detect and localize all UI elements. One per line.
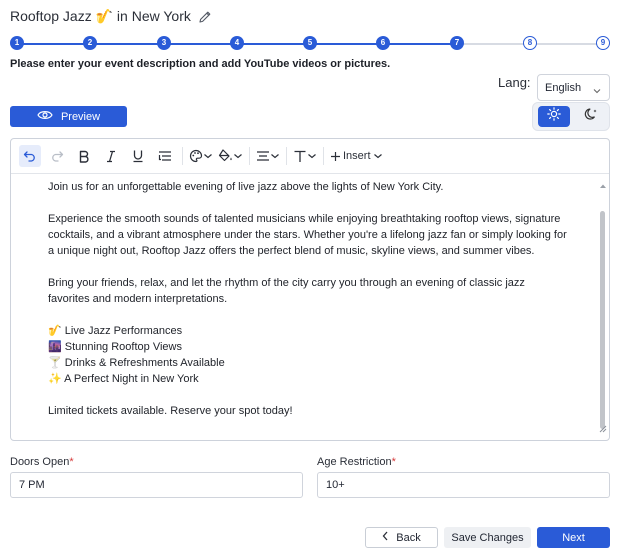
preview-label: Preview bbox=[60, 110, 101, 123]
edit-pencil-icon[interactable] bbox=[197, 9, 213, 25]
text-type-icon bbox=[294, 150, 306, 162]
next-button[interactable]: Next bbox=[537, 527, 610, 548]
redo-button[interactable] bbox=[46, 145, 68, 167]
chevron-down-icon bbox=[271, 154, 279, 159]
step-5[interactable]: 5 bbox=[303, 36, 317, 50]
dark-mode-button[interactable] bbox=[577, 106, 605, 127]
event-title: Rooftop Jazz 🎷 in New York bbox=[10, 8, 191, 24]
toolbar-divider bbox=[323, 147, 324, 165]
text-line: a unique night out, Rooftop Jazz offers … bbox=[48, 245, 535, 257]
closing-line: Limited tickets available. Reserve your … bbox=[48, 405, 293, 417]
italic-button[interactable] bbox=[100, 145, 122, 167]
toolbar-divider bbox=[249, 147, 250, 165]
back-label: Back bbox=[396, 531, 421, 544]
text-line: Experience the smooth sounds of talented… bbox=[48, 213, 561, 225]
age-restriction-input[interactable]: 10+ bbox=[317, 472, 610, 498]
strikethrough-list-button[interactable] bbox=[154, 145, 176, 167]
step-2[interactable]: 2 bbox=[83, 36, 97, 50]
redo-icon bbox=[52, 151, 64, 162]
text-line: favorites and modern interpretations. bbox=[48, 293, 228, 305]
language-select[interactable]: English bbox=[537, 74, 610, 101]
step-9[interactable]: 9 bbox=[596, 36, 610, 50]
description-paragraph: Bring your friends, relax, and let the r… bbox=[48, 275, 596, 307]
event-title-row: Rooftop Jazz 🎷 in New York bbox=[10, 8, 213, 25]
language-selected-value: English bbox=[545, 81, 582, 94]
insert-label: Insert bbox=[343, 150, 371, 162]
resize-handle-icon[interactable] bbox=[598, 420, 607, 438]
doors-open-label: Doors Open* bbox=[10, 456, 74, 468]
toolbar-divider bbox=[286, 147, 287, 165]
step-6[interactable]: 6 bbox=[376, 36, 390, 50]
description-paragraph: Experience the smooth sounds of talented… bbox=[48, 211, 596, 259]
step-7[interactable]: 7 bbox=[450, 36, 464, 50]
theme-toggle bbox=[532, 102, 610, 131]
chevron-down-icon bbox=[234, 154, 242, 159]
chevron-down-icon bbox=[204, 154, 212, 159]
plus-icon bbox=[331, 151, 340, 161]
scroll-up-arrow-icon[interactable] bbox=[599, 176, 607, 194]
eye-icon bbox=[37, 109, 53, 124]
highlights-list: 🎷 Live Jazz Performances 🌆 Stunning Roof… bbox=[48, 323, 596, 387]
chevron-down-icon bbox=[593, 85, 601, 97]
required-marker: * bbox=[69, 456, 74, 468]
align-button[interactable] bbox=[256, 145, 280, 167]
doors-open-label-text: Doors Open bbox=[10, 456, 70, 468]
language-label: Lang: bbox=[498, 75, 531, 90]
step-3[interactable]: 3 bbox=[157, 36, 171, 50]
undo-icon bbox=[23, 151, 35, 162]
editor-content[interactable]: Join us for an unforgettable evening of … bbox=[48, 179, 596, 435]
paint-bucket-icon bbox=[218, 149, 232, 162]
align-icon bbox=[257, 151, 269, 161]
moon-icon bbox=[584, 107, 599, 127]
preview-button[interactable]: Preview bbox=[10, 106, 127, 127]
description-paragraph: Join us for an unforgettable evening of … bbox=[48, 181, 444, 193]
highlight-item: 🌆 Stunning Rooftop Views bbox=[48, 341, 182, 353]
scrollbar-thumb[interactable] bbox=[600, 211, 605, 429]
editor-scrollbar[interactable] bbox=[597, 174, 609, 440]
chevron-down-icon bbox=[308, 154, 316, 159]
editor-toolbar: Insert bbox=[11, 139, 609, 174]
toolbar-divider bbox=[182, 147, 183, 165]
step-1[interactable]: 1 bbox=[10, 36, 24, 50]
underline-button[interactable] bbox=[127, 145, 149, 167]
list-format-icon bbox=[158, 151, 171, 161]
text-line: Bring your friends, relax, and let the r… bbox=[48, 277, 525, 289]
fill-color-button[interactable] bbox=[218, 145, 243, 167]
light-mode-button[interactable] bbox=[538, 106, 570, 127]
palette-icon bbox=[189, 149, 203, 163]
text-color-button[interactable] bbox=[189, 145, 213, 167]
sun-icon bbox=[547, 107, 561, 126]
back-button[interactable]: Back bbox=[365, 527, 438, 548]
chevron-down-icon bbox=[373, 154, 382, 159]
age-restriction-label: Age Restriction* bbox=[317, 456, 396, 468]
text-line: cocktails, and a vibrant atmosphere unde… bbox=[48, 229, 567, 241]
step-4[interactable]: 4 bbox=[230, 36, 244, 50]
rich-text-editor: Insert Join us for an unforgettable even… bbox=[10, 138, 610, 441]
undo-button[interactable] bbox=[19, 145, 41, 167]
required-marker: * bbox=[391, 456, 396, 468]
highlight-item: ✨ A Perfect Night in New York bbox=[48, 373, 199, 385]
italic-icon bbox=[107, 150, 115, 162]
underline-icon bbox=[133, 150, 143, 163]
step-8[interactable]: 8 bbox=[523, 36, 537, 50]
highlight-item: 🎷 Live Jazz Performances bbox=[48, 325, 183, 337]
instruction-text: Please enter your event description and … bbox=[10, 58, 391, 70]
text-style-button[interactable] bbox=[293, 145, 317, 167]
doors-open-input[interactable]: 7 PM bbox=[10, 472, 303, 498]
highlight-item: 🍸 Drinks & Refreshments Available bbox=[48, 357, 225, 369]
bold-icon bbox=[79, 150, 89, 163]
insert-button[interactable]: Insert bbox=[330, 145, 383, 167]
progress-stepper: 1 2 3 4 5 6 7 8 9 bbox=[10, 36, 610, 52]
save-changes-button[interactable]: Save Changes bbox=[444, 527, 531, 548]
bold-button[interactable] bbox=[73, 145, 95, 167]
chevron-left-icon bbox=[382, 531, 388, 544]
age-restriction-label-text: Age Restriction bbox=[317, 456, 392, 468]
